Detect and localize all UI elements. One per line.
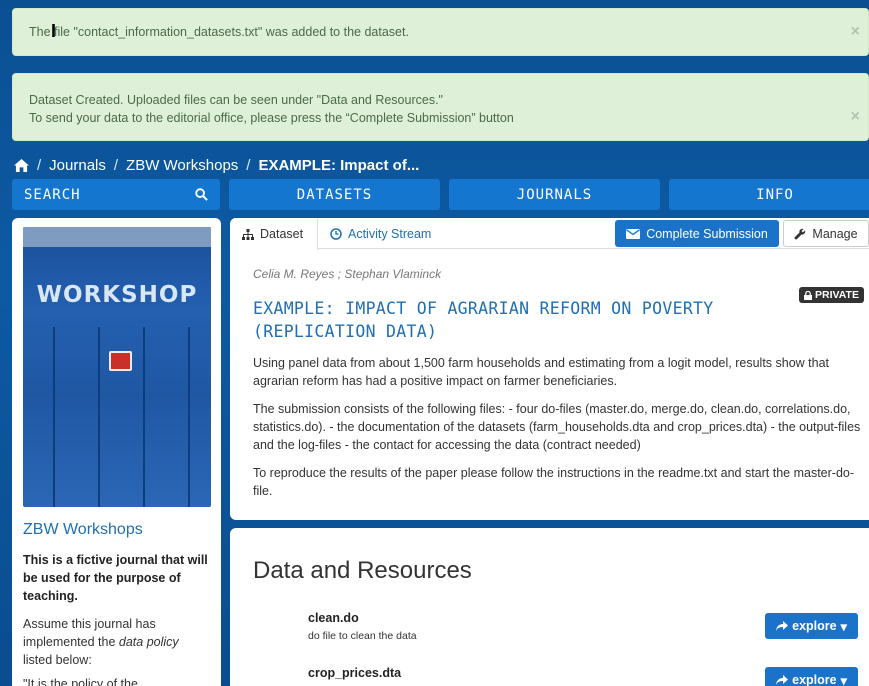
explore-button[interactable]: explore ▾ <box>765 613 858 639</box>
breadcrumb-separator: / <box>113 157 119 174</box>
nav-journals[interactable]: JOURNALS <box>449 179 660 210</box>
notes-paragraph: To reproduce the results of the paper pl… <box>253 466 855 498</box>
breadcrumb-zbw-workshops[interactable]: ZBW Workshops <box>126 157 238 174</box>
home-icon[interactable] <box>14 159 29 172</box>
resource-item: clean.do do file to clean the data <box>308 611 417 642</box>
tab-dataset[interactable]: Dataset <box>230 218 318 250</box>
data-policy-text: data policy <box>118 635 179 649</box>
resource-item: crop_prices.dta <box>308 666 401 685</box>
alert-message-line1: Dataset Created. Uploaded files can be s… <box>29 93 443 107</box>
resource-name[interactable]: clean.do <box>308 611 417 625</box>
caret-down-icon: ▾ <box>840 619 847 634</box>
journal-sidebar: WORKSHOP ZBW Workshops This is a fictive… <box>12 218 221 686</box>
tab-activity-stream[interactable]: Activity Stream <box>330 218 431 249</box>
share-icon <box>776 675 789 685</box>
complete-submission-button[interactable]: Complete Submission <box>615 220 779 247</box>
private-badge: PRIVATE <box>799 287 864 303</box>
journal-note: Assume this journal has implemented the … <box>23 617 179 667</box>
close-icon[interactable]: × <box>851 23 860 41</box>
breadcrumb-journals[interactable]: Journals <box>49 157 106 174</box>
journal-quote: "It is the policy of the <box>23 677 138 686</box>
resource-description: do file to clean the data <box>308 630 417 642</box>
nav-info[interactable]: INFO <box>669 179 869 210</box>
envelope-icon <box>626 228 641 239</box>
search-icon[interactable] <box>195 188 208 201</box>
search-label: SEARCH <box>24 186 81 203</box>
resource-name[interactable]: crop_prices.dta <box>308 666 401 680</box>
breadcrumb: / Journals / ZBW Workshops / EXAMPLE: Im… <box>14 157 419 174</box>
journal-image: WORKSHOP <box>23 227 211 507</box>
main-navbar: SEARCH DATASETS JOURNALS INFO <box>12 179 869 210</box>
wrench-icon <box>794 228 806 239</box>
tab-bar: Dataset Activity Stream Complete Submiss… <box>230 218 869 250</box>
sign-icon <box>109 351 132 371</box>
manage-button[interactable]: Manage <box>783 220 869 247</box>
journal-description: This is a fictive journal that will be u… <box>23 553 208 603</box>
close-icon[interactable]: × <box>851 108 860 126</box>
dataset-title: EXAMPLE: IMPACT OF AGRARIAN REFORM ON PO… <box>253 299 714 341</box>
journal-image-text: WORKSHOP <box>36 282 198 308</box>
share-icon <box>776 621 789 631</box>
breadcrumb-current[interactable]: EXAMPLE: Impact of... <box>258 157 419 174</box>
notes-paragraph: The submission consists of the following… <box>253 402 861 452</box>
breadcrumb-separator: / <box>246 157 251 174</box>
clock-icon <box>330 227 342 240</box>
sitemap-icon <box>242 228 254 240</box>
dataset-authors: Celia M. Reyes ; Stephan Vlaminck <box>253 267 442 281</box>
dataset-notes: Using panel data from about 1,500 farm h… <box>253 354 863 510</box>
caret-down-icon: ▾ <box>840 673 847 686</box>
search-bar[interactable]: SEARCH <box>12 179 220 210</box>
text-cursor-icon: I <box>51 21 57 41</box>
file-added-alert: The file "contact_information_datasets.t… <box>12 8 869 56</box>
resources-card: Data and Resources clean.do do file to c… <box>230 528 869 686</box>
breadcrumb-separator: / <box>37 157 42 174</box>
dataset-created-alert: Dataset Created. Uploaded files can be s… <box>12 73 869 141</box>
alert-message: The file "contact_information_datasets.t… <box>29 25 409 39</box>
lock-icon <box>804 290 812 300</box>
notes-paragraph: Using panel data from about 1,500 farm h… <box>253 356 830 388</box>
resources-heading: Data and Resources <box>253 557 472 584</box>
journal-title[interactable]: ZBW Workshops <box>23 521 210 539</box>
alert-message-line2: To send your data to the editorial offic… <box>29 111 514 125</box>
nav-datasets[interactable]: DATASETS <box>229 179 440 210</box>
explore-button[interactable]: explore ▾ <box>765 667 858 686</box>
dataset-card: Dataset Activity Stream Complete Submiss… <box>230 218 869 520</box>
